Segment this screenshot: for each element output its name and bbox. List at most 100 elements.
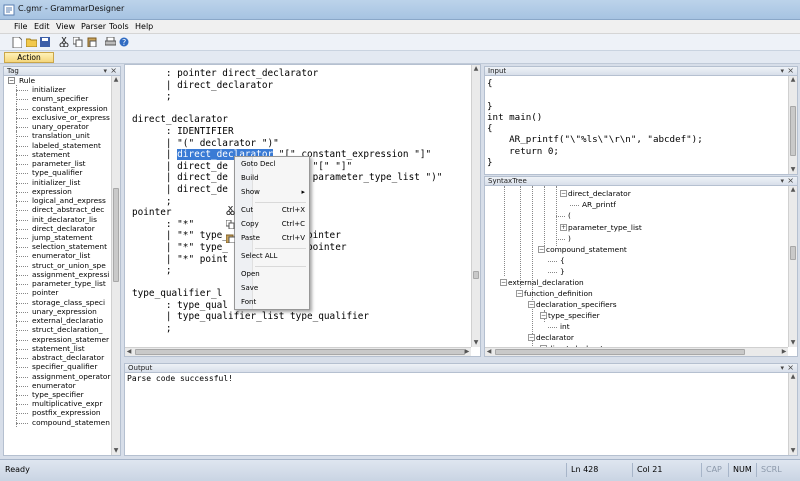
- menu-item-save[interactable]: Save: [241, 283, 305, 294]
- input-vertical-scrollbar[interactable]: ▲ ▼: [788, 76, 797, 174]
- copy-icon[interactable]: [72, 36, 84, 48]
- syntax-vertical-scrollbar[interactable]: ▲ ▼: [788, 186, 797, 347]
- tree-item[interactable]: expression: [4, 186, 111, 197]
- syntax-node[interactable]: int: [560, 321, 570, 332]
- scroll-thumb[interactable]: [790, 246, 796, 260]
- tree-item[interactable]: labeled_statement: [4, 140, 111, 151]
- collapse-icon[interactable]: −: [528, 334, 535, 341]
- collapse-icon[interactable]: −: [516, 290, 523, 297]
- input-panel[interactable]: {} int main(){ AR_printf("\"%ls\"\r\n", "…: [484, 76, 798, 175]
- tree-item[interactable]: constant_expression: [4, 103, 111, 114]
- editor-horizontal-scrollbar[interactable]: ◀ ▶: [125, 347, 471, 356]
- syntax-node[interactable]: function_definition: [524, 288, 593, 299]
- menu-item-paste[interactable]: Paste Ctrl+V: [225, 233, 305, 244]
- tree-item[interactable]: specifier_qualifier: [4, 362, 111, 372]
- menu-help[interactable]: Help: [135, 22, 153, 31]
- menu-view[interactable]: View: [56, 22, 75, 31]
- tree-item[interactable]: unary_expression: [4, 306, 111, 317]
- scroll-thumb[interactable]: [495, 349, 745, 355]
- scroll-left-icon[interactable]: ◀: [125, 348, 133, 356]
- tree-item[interactable]: enum_specifier: [4, 94, 111, 104]
- tree-item[interactable]: compound_statemen: [4, 417, 111, 428]
- output-vertical-scrollbar[interactable]: ▲ ▼: [788, 373, 797, 455]
- tree-item[interactable]: statement: [4, 149, 111, 160]
- close-icon[interactable]: ×: [110, 67, 117, 75]
- syntax-node[interactable]: {: [560, 255, 565, 266]
- menu-item-goto-decl[interactable]: Goto Decl: [241, 159, 305, 170]
- syntax-node[interactable]: declarator: [536, 332, 574, 343]
- tree-item[interactable]: pointer: [4, 288, 111, 298]
- scroll-up-icon[interactable]: ▲: [472, 65, 480, 73]
- menu-file[interactable]: File: [14, 22, 27, 31]
- tree-item[interactable]: parameter_list: [4, 159, 111, 169]
- menu-item-open[interactable]: Open: [241, 269, 305, 280]
- editor-vertical-scrollbar[interactable]: ▲ ▼: [471, 65, 480, 347]
- tree-item[interactable]: type_specifier: [4, 389, 111, 400]
- scroll-up-icon[interactable]: ▲: [789, 186, 797, 194]
- tree-item[interactable]: type_qualifier: [4, 168, 111, 178]
- syntax-node[interactable]: type_specifier: [548, 310, 600, 321]
- expand-icon[interactable]: +: [560, 224, 567, 231]
- scroll-right-icon[interactable]: ▶: [463, 348, 471, 356]
- tree-item[interactable]: init_declarator_lis: [4, 214, 111, 224]
- tree-item[interactable]: parameter_type_list: [4, 279, 111, 289]
- syntax-horizontal-scrollbar[interactable]: ◀ ▶: [485, 347, 788, 356]
- pin-icon[interactable]: ▾: [780, 177, 784, 185]
- pin-icon[interactable]: ▾: [103, 67, 107, 75]
- syntax-node[interactable]: direct_declarator: [568, 188, 631, 199]
- action-tab[interactable]: Action: [4, 52, 54, 63]
- tree-item[interactable]: expression_statemer: [4, 334, 111, 345]
- syntax-node[interactable]: }: [560, 266, 565, 277]
- tree-item[interactable]: statement_list: [4, 343, 111, 354]
- scroll-down-icon[interactable]: ▼: [789, 339, 797, 347]
- tree-item[interactable]: storage_class_speci: [4, 297, 111, 308]
- scroll-down-icon[interactable]: ▼: [472, 339, 480, 347]
- scroll-down-icon[interactable]: ▼: [789, 166, 797, 174]
- tree-item[interactable]: postfix_expression: [4, 408, 111, 418]
- menu-item-copy[interactable]: Copy Ctrl+C: [225, 219, 305, 230]
- print-icon[interactable]: [104, 36, 116, 48]
- menu-parser[interactable]: Parser: [81, 22, 106, 31]
- syntax-node[interactable]: AR_printf: [582, 199, 616, 210]
- menu-item-show[interactable]: Show ▸: [241, 187, 305, 198]
- scroll-right-icon[interactable]: ▶: [780, 348, 788, 356]
- collapse-icon[interactable]: −: [528, 301, 535, 308]
- scroll-up-icon[interactable]: ▲: [789, 373, 797, 381]
- scroll-thumb[interactable]: [473, 271, 479, 279]
- tree-item[interactable]: initializer_list: [4, 177, 111, 188]
- save-icon[interactable]: [39, 36, 51, 48]
- tree-item[interactable]: abstract_declarator: [4, 353, 111, 363]
- scroll-left-icon[interactable]: ◀: [485, 348, 493, 356]
- menu-item-build[interactable]: Build: [241, 173, 305, 184]
- collapse-icon[interactable]: −: [500, 279, 507, 286]
- tree-item[interactable]: exclusive_or_express: [4, 112, 111, 123]
- collapse-icon[interactable]: −: [8, 77, 15, 84]
- paste-icon[interactable]: [86, 36, 98, 48]
- close-icon[interactable]: ×: [787, 177, 794, 185]
- tree-item[interactable]: unary_operator: [4, 122, 111, 132]
- tree-item[interactable]: logical_and_express: [4, 196, 111, 206]
- input-code[interactable]: {} int main(){ AR_printf("\"%ls\"\r\n", "…: [487, 78, 703, 168]
- menu-item-font[interactable]: Font: [241, 297, 305, 308]
- scroll-up-icon[interactable]: ▲: [789, 76, 797, 84]
- scroll-thumb[interactable]: [113, 188, 119, 282]
- new-icon[interactable]: [11, 36, 23, 48]
- tree-item[interactable]: assignment_operator: [4, 371, 111, 381]
- cut-icon[interactable]: [58, 36, 70, 48]
- tree-item[interactable]: direct_abstract_dec: [4, 205, 111, 215]
- menu-tools[interactable]: Tools: [109, 22, 129, 31]
- scroll-down-icon[interactable]: ▼: [112, 447, 120, 455]
- close-icon[interactable]: ×: [787, 67, 794, 75]
- tree-item[interactable]: assignment_expressi: [4, 269, 111, 280]
- scroll-thumb[interactable]: [790, 106, 796, 156]
- tree-item[interactable]: jump_statement: [4, 232, 111, 243]
- tree-item[interactable]: enumerator_list: [4, 251, 111, 261]
- scroll-down-icon[interactable]: ▼: [789, 447, 797, 455]
- pin-icon[interactable]: ▾: [780, 364, 784, 372]
- help-icon[interactable]: ?: [118, 36, 130, 48]
- syntax-node[interactable]: compound_statement: [546, 244, 627, 255]
- menu-item-cut[interactable]: Cut Ctrl+X: [226, 205, 305, 216]
- collapse-icon[interactable]: −: [538, 246, 545, 253]
- tree-item[interactable]: selection_statement: [4, 242, 111, 252]
- close-icon[interactable]: ×: [787, 364, 794, 372]
